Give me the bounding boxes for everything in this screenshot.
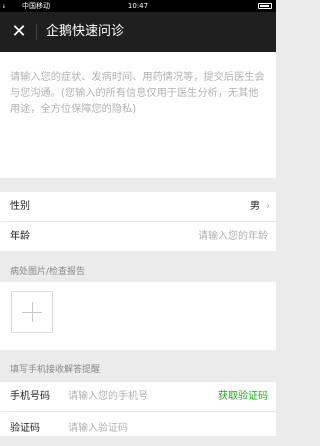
- nav-divider: [36, 24, 37, 40]
- phone-label: 手机号码: [10, 391, 50, 402]
- code-label: 验证码: [10, 423, 40, 434]
- age-row[interactable]: 年龄 请输入您的年龄: [0, 222, 276, 251]
- photos-section-title: 病处图片/检查报告: [10, 267, 86, 277]
- age-label: 年龄: [10, 231, 30, 242]
- phone-row: 手机号码 请输入您的手机号 获取验证码: [0, 382, 276, 411]
- get-code-button[interactable]: 获取验证码: [218, 382, 268, 411]
- add-photo-button[interactable]: [11, 291, 53, 333]
- phone-input[interactable]: 请输入您的手机号: [68, 382, 148, 411]
- symptom-description-placeholder: 请输入您的症状、发病时间、用药情况等，提交后医生会与您沟通。(您输入的所有信息仅…: [10, 72, 265, 115]
- page-title: 企鹅快速问诊: [46, 24, 125, 39]
- photo-upload-area: [0, 282, 276, 350]
- symptom-description-field[interactable]: 请输入您的症状、发病时间、用药情况等，提交后医生会与您沟通。(您输入的所有信息仅…: [0, 52, 276, 178]
- phone-section-title: 填写手机接收解答提醒: [10, 365, 101, 375]
- status-time: 10:47: [127, 2, 149, 10]
- chevron-right-icon: ›: [266, 201, 270, 212]
- code-input[interactable]: 请输入验证码: [68, 412, 128, 446]
- plus-icon-vertical: [32, 302, 33, 322]
- gender-value: 男: [250, 201, 260, 212]
- status-bar: ᵢᵢᵢ 中国移动 10:47: [0, 0, 276, 12]
- close-icon[interactable]: ✕: [10, 22, 28, 42]
- code-row: 验证码 请输入验证码: [0, 412, 276, 436]
- battery-icon: [258, 3, 272, 9]
- gender-row[interactable]: 性别 男 ›: [0, 192, 276, 221]
- gender-label: 性别: [10, 201, 30, 212]
- nav-bar: ✕ 企鹅快速问诊: [0, 12, 276, 52]
- age-input[interactable]: 请输入您的年龄: [198, 222, 268, 251]
